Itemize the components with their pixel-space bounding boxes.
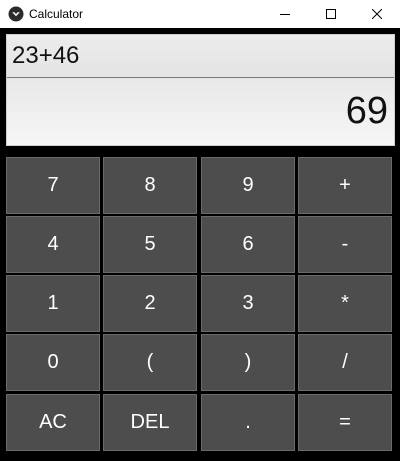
keypad: 7 8 9 +4 5 6- 1 2 3 * 0() / AC DEL. = (6, 157, 395, 453)
app-icon (8, 6, 24, 22)
close-icon (372, 9, 382, 19)
delete-button[interactable]: DEL (103, 394, 197, 451)
window-title: Calculator (29, 7, 84, 21)
minimize-icon (280, 9, 290, 19)
all-clear-button[interactable]: AC (6, 394, 100, 451)
decimal-point-button[interactable]: . (201, 394, 295, 451)
calculator-display: 23+46 69 (6, 34, 395, 146)
digit-9-button[interactable]: 9 (201, 157, 295, 214)
digit-2-button[interactable]: 2 (103, 275, 197, 332)
digit-6-button[interactable]: 6 (201, 216, 295, 273)
expression-input[interactable]: 23+46 (7, 35, 394, 78)
digit-3-button[interactable]: 3 (201, 275, 295, 332)
minimize-button[interactable] (262, 0, 308, 28)
result-display: 69 (7, 78, 394, 145)
calculator-window: Calculator 23+46 69 7 8 9 +4 5 6- 1 2 3 * 0() / AC DE… (0, 0, 400, 461)
digit-7-button[interactable]: 7 (6, 157, 100, 214)
divide-button[interactable]: / (298, 334, 392, 391)
digit-0-button[interactable]: 0 (6, 334, 100, 391)
maximize-icon (326, 9, 336, 19)
digit-4-button[interactable]: 4 (6, 216, 100, 273)
open-paren-button[interactable]: ( (103, 334, 197, 391)
close-paren-button[interactable]: ) (201, 334, 295, 391)
maximize-button[interactable] (308, 0, 354, 28)
title-bar[interactable]: Calculator (0, 0, 400, 28)
digit-5-button[interactable]: 5 (103, 216, 197, 273)
multiply-button[interactable]: * (298, 275, 392, 332)
plus-button[interactable]: + (298, 157, 392, 214)
digit-8-button[interactable]: 8 (103, 157, 197, 214)
digit-1-button[interactable]: 1 (6, 275, 100, 332)
minus-button[interactable]: - (298, 216, 392, 273)
close-button[interactable] (354, 0, 400, 28)
equals-button[interactable]: = (298, 394, 392, 451)
